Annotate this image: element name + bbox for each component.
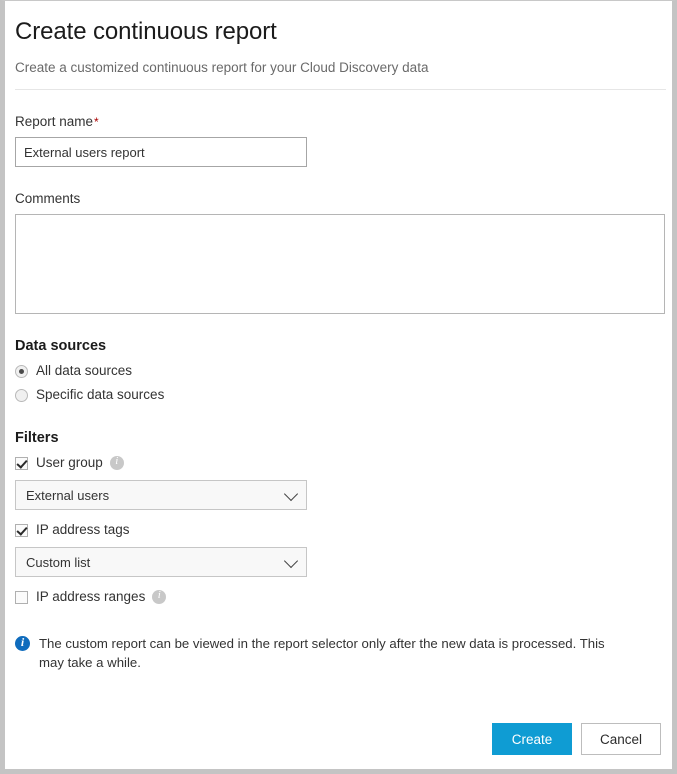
radio-selected-icon[interactable] — [15, 365, 28, 378]
data-sources-heading: Data sources — [15, 337, 666, 356]
info-circle-icon — [15, 636, 30, 651]
checkbox-ip-address-ranges-label: IP address ranges — [36, 588, 145, 606]
checkbox-checked-icon[interactable] — [15, 524, 28, 537]
chevron-down-icon — [284, 554, 298, 568]
required-asterisk: * — [94, 115, 99, 129]
page-subtitle: Create a customized continuous report fo… — [15, 59, 666, 77]
checkbox-ip-address-tags[interactable]: IP address tags — [15, 519, 666, 541]
ip-address-tags-select[interactable]: Custom list — [15, 547, 307, 577]
checkbox-unchecked-icon[interactable] — [15, 591, 28, 604]
user-group-select-value: External users — [26, 488, 109, 503]
dialog-footer: Create Cancel — [492, 723, 661, 755]
radio-specific-data-sources[interactable]: Specific data sources — [15, 384, 666, 406]
cancel-button[interactable]: Cancel — [581, 723, 661, 755]
comments-textarea[interactable] — [15, 214, 665, 314]
comments-label: Comments — [15, 190, 666, 208]
info-icon[interactable] — [110, 456, 124, 470]
checkbox-ip-address-ranges[interactable]: IP address ranges — [15, 586, 666, 608]
checkbox-checked-icon[interactable] — [15, 457, 28, 470]
chevron-down-icon — [284, 487, 298, 501]
radio-all-data-sources[interactable]: All data sources — [15, 360, 666, 382]
radio-specific-data-sources-label: Specific data sources — [36, 386, 164, 404]
info-note-text: The custom report can be viewed in the r… — [39, 634, 615, 672]
user-group-select[interactable]: External users — [15, 480, 307, 510]
filters-heading: Filters — [15, 429, 666, 448]
create-button[interactable]: Create — [492, 723, 572, 755]
ip-address-tags-select-value: Custom list — [26, 555, 90, 570]
checkbox-user-group-label: User group — [36, 454, 103, 472]
info-note: The custom report can be viewed in the r… — [15, 634, 615, 672]
page-title: Create continuous report — [15, 17, 666, 47]
checkbox-user-group[interactable]: User group — [15, 452, 666, 474]
report-name-label: Report name* — [15, 113, 666, 131]
radio-all-data-sources-label: All data sources — [36, 362, 132, 380]
radio-unselected-icon[interactable] — [15, 389, 28, 402]
report-name-label-text: Report name — [15, 114, 93, 129]
report-name-input[interactable] — [15, 137, 307, 167]
info-icon[interactable] — [152, 590, 166, 604]
header-divider — [15, 89, 666, 90]
create-continuous-report-dialog: Create continuous report Create a custom… — [0, 0, 677, 774]
checkbox-ip-address-tags-label: IP address tags — [36, 521, 130, 539]
